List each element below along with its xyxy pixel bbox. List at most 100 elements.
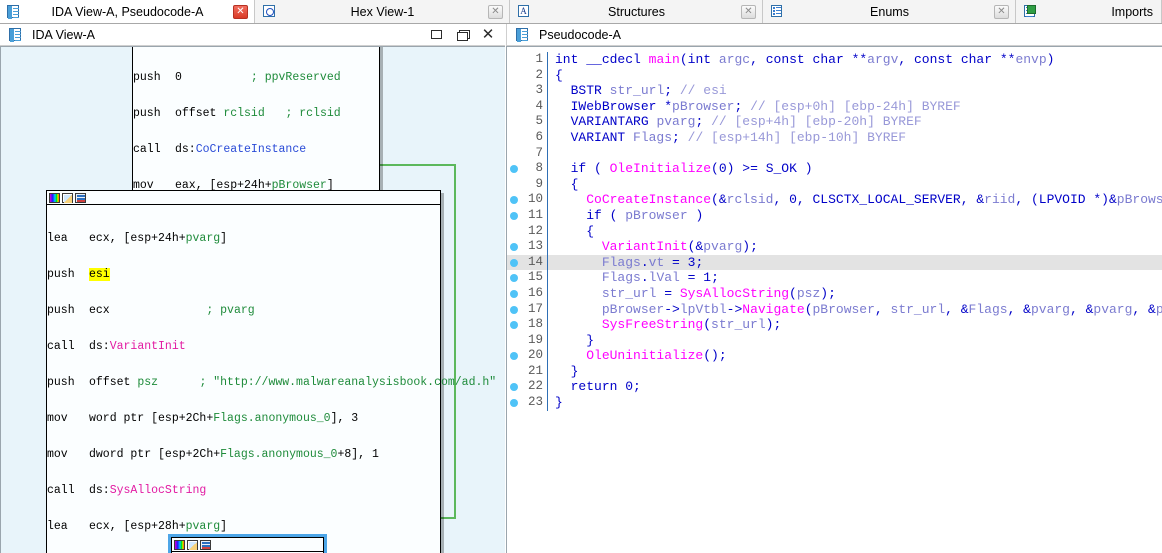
tab-close-button[interactable]: ✕ [741,4,756,19]
color-gradient-icon[interactable] [49,192,60,203]
asm-line: mov dword ptr [esp+2Ch+Flags.anonymous_0+… [47,448,379,461]
edit-pencil-icon[interactable] [187,539,198,550]
line-number: 14 [527,254,543,269]
pseudocode-line[interactable]: 20 OleUninitialize(); [507,348,1162,364]
gutter-divider [547,223,548,240]
tab-imports[interactable]: Imports [1016,0,1162,23]
pseudocode-line[interactable]: 19 } [507,332,1162,349]
basic-block-close-ole[interactable]: _Close_Ole: callds:OleUninitialize [168,534,327,553]
pseudocode-text: } [555,395,563,411]
line-number: 17 [527,301,543,316]
line-number: 19 [527,332,543,347]
line-number: 3 [535,83,543,98]
pseudocode-line[interactable]: 13 VariantInit(&pvarg); [507,239,1162,255]
line-number: 20 [527,348,543,363]
asm-line: push 0 ; ppvReserved [133,71,341,84]
line-number: 8 [535,161,543,176]
pseudocode-line[interactable]: 5 VARIANTARG pvarg; // [esp+4h] [ebp-20h… [507,114,1162,130]
line-number: 10 [527,192,543,207]
gutter-divider [547,348,548,364]
line-number: 7 [535,145,543,160]
gutter-divider [547,395,548,411]
disassembly-graph-view[interactable]: push 0 ; ppvReserved push offset rclsid ; … [0,46,505,553]
pseudocode-line[interactable]: 10 CoCreateInstance(&rclsid, 0, CLSCTX_L… [507,192,1162,208]
pseudocode-text: pBrowser->lpVtbl->Navigate(pBrowser, str… [601,301,1162,317]
tab-ida-view-a-pseudocode-a[interactable]: IDA View-A, Pseudocode-A ✕ [0,0,255,23]
pseudocode-line[interactable]: 11 if ( pBrowser ) [507,207,1162,224]
tab-close-button[interactable]: ✕ [488,4,503,19]
pseudocode-line[interactable]: 15 Flags.lVal = 1; [507,270,1162,286]
tab-close-button[interactable]: ✕ [233,4,248,19]
pseudocode-view[interactable]: 1 int __cdecl main(int argc, const char *… [506,46,1162,553]
minimize-button[interactable] [429,28,443,42]
pseudocode-text: str_url = SysAllocString(psz); [601,285,836,301]
table-icon[interactable] [75,192,86,203]
pseudocode-line[interactable]: 16 str_url = SysAllocString(psz); [507,285,1162,302]
line-number: 9 [535,176,543,191]
pseudocode-line[interactable]: 4 IWebBrowser *pBrowser; // [esp+0h] [eb… [507,98,1162,115]
pseudocode-text: if ( pBrowser ) [586,207,704,223]
pseudocode-text: CoCreateInstance(&rclsid, 0, CLSCTX_LOCA… [586,192,1162,208]
table-icon[interactable] [200,539,211,550]
line-number: 1 [535,52,543,66]
edit-pencil-icon[interactable] [62,192,73,203]
pseudocode-line[interactable]: 18 SysFreeString(str_url); [507,317,1162,333]
line-number: 23 [527,395,543,410]
line-number: 2 [535,67,543,82]
pseudocode-line[interactable]: 7 [507,145,1162,162]
line-number: 5 [535,114,543,129]
document-icon [515,27,531,42]
gutter-divider [547,270,548,286]
gutter-divider [547,83,548,99]
line-number: 11 [527,207,543,222]
tab-close-button[interactable]: ✕ [994,4,1009,19]
asm-line: push offset rclsid ; rclsid [133,107,341,120]
tab-label: Hex View-1 [350,4,415,19]
close-icon[interactable]: ✕ [481,27,495,42]
pseudocode-line[interactable]: 1 int __cdecl main(int argc, const char *… [507,52,1162,68]
document-icon [8,27,24,42]
gutter-divider [547,192,548,208]
graph-vertical-scrollbar[interactable] [497,47,505,553]
asm-line: lea ecx, [esp+24h+pvarg] [47,232,228,245]
line-number: 13 [527,239,543,254]
imports-icon [1022,4,1038,19]
gutter-divider [547,317,548,333]
pseudocode-line[interactable]: 8 if ( OleInitialize(0) >= S_OK ) [507,161,1162,177]
color-gradient-icon[interactable] [174,539,185,550]
line-number: 18 [527,317,543,332]
pseudocode-line[interactable]: 21 } [507,363,1162,380]
pseudocode-line[interactable]: 17 pBrowser->lpVtbl->Navigate(pBrowser, … [507,301,1162,318]
asm-line: push offset psz ; "http://www.malwareanal… [47,376,505,389]
pseudocode-line[interactable]: 22 return 0; [507,379,1162,396]
tab-structures[interactable]: A Structures ✕ [510,0,763,23]
gutter-divider [547,285,548,302]
pseudocode-text: OleUninitialize(); [586,348,727,364]
tab-hex-view-1[interactable]: Hex View-1 ✕ [255,0,510,23]
hex-view-icon [261,4,277,19]
pseudocode-line[interactable]: 23} [507,395,1162,411]
edge-fallthrough-v1 [454,164,456,519]
basic-block-navigate[interactable]: lea ecx, [esp+24h+pvarg] push esi push ecx … [46,190,505,553]
asm-line: mov word ptr [esp+2Ch+Flags.anonymous_0],… [47,412,359,425]
pseudocode-line[interactable]: 9 { [507,176,1162,193]
gutter-divider [547,239,548,255]
pseudocode-line[interactable]: 3 BSTR str_url; // esi [507,83,1162,99]
block-header [47,191,440,205]
ida-pro-window: IDA View-A, Pseudocode-A ✕ Hex View-1 ✕ … [0,0,1162,553]
asm-line: push esi [47,268,110,281]
pseudocode-line[interactable]: 6 VARIANT Flags; // [esp+14h] [ebp-10h] … [507,129,1162,146]
pseudocode-line[interactable]: 2{ [507,67,1162,84]
line-number: 21 [527,363,543,378]
asm-line: lea ecx, [esp+28h+pvarg] [47,520,228,533]
document-icon [6,4,22,19]
gutter-divider [547,379,548,396]
maximize-button[interactable] [455,28,470,42]
pseudocode-line[interactable]: 14 Flags.vt = 3; [507,254,1162,271]
window-title: IDA View-A [32,27,95,42]
pseudocode-text: VariantInit(&pvarg); [601,239,758,255]
gutter-divider [547,254,548,271]
main-tab-strip: IDA View-A, Pseudocode-A ✕ Hex View-1 ✕ … [0,0,1162,24]
pseudocode-line[interactable]: 12 { [507,223,1162,240]
tab-enums[interactable]: Enums ✕ [763,0,1016,23]
